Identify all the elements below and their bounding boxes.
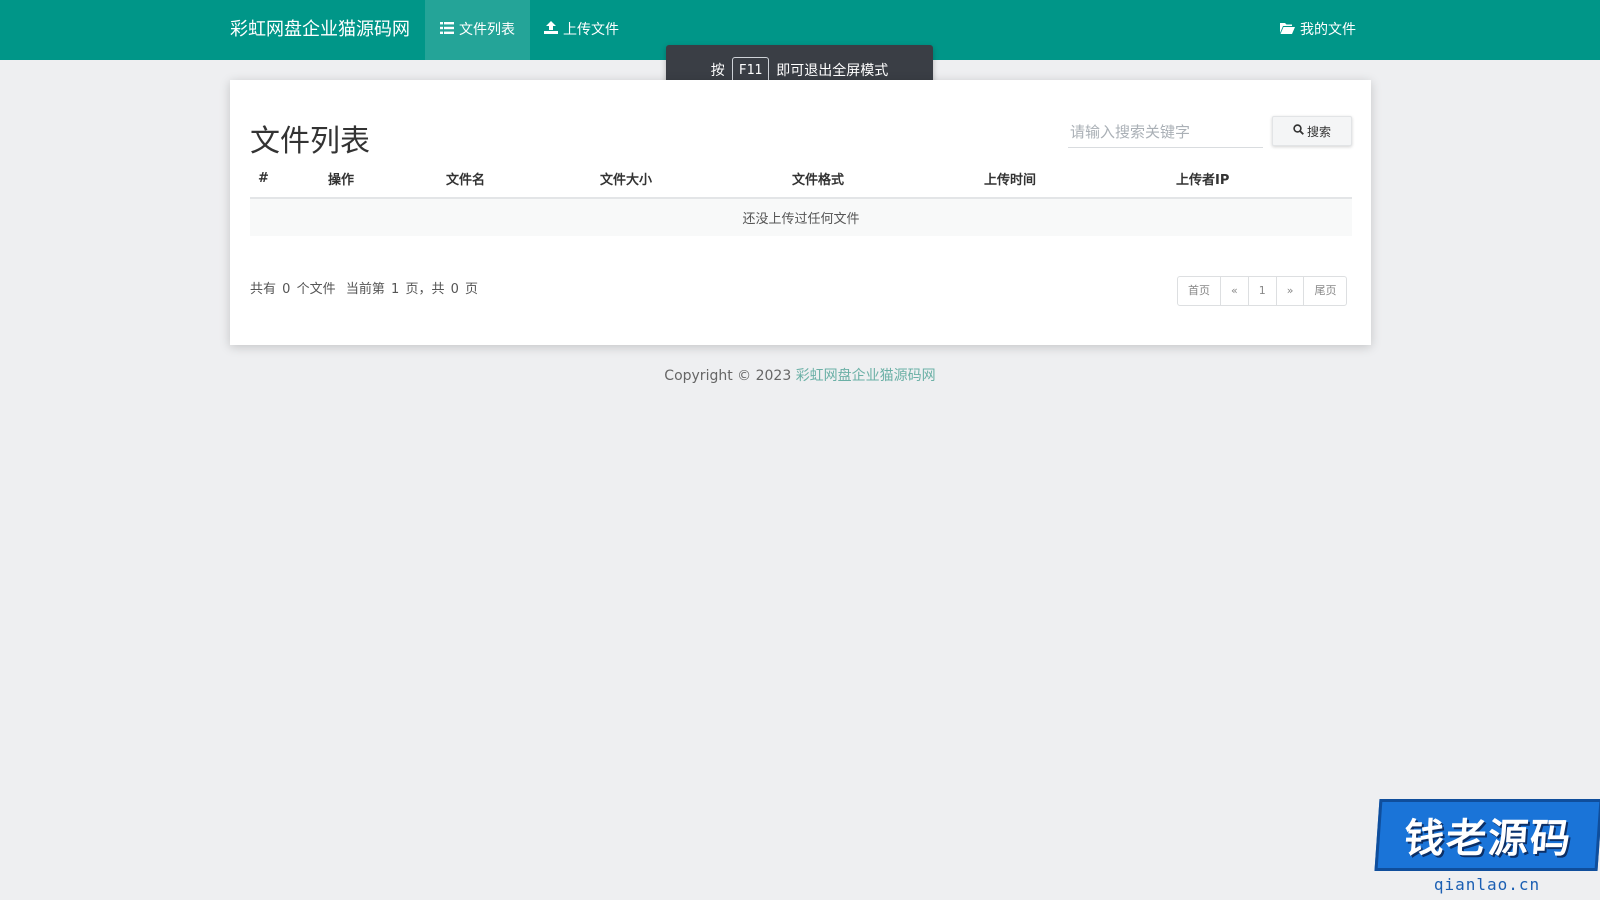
nav-file-list[interactable]: 文件列表 [425, 0, 530, 60]
column-header-upload-time: 上传时间 [976, 160, 1168, 199]
summary-pages: 0 [450, 282, 459, 297]
page-prev[interactable]: « [1220, 276, 1249, 306]
summary-pages-suffix: 页 [465, 282, 479, 297]
column-header-filesize: 文件大小 [592, 160, 784, 199]
file-summary: 共有 0 个文件 当前第 1 页，共 0 页 [250, 278, 480, 297]
brand-title[interactable]: 彩虹网盘企业猫源码网 [230, 0, 410, 60]
summary-total-count: 0 [282, 282, 291, 297]
summary-current-page: 1 [391, 282, 400, 297]
empty-message: 还没上传过任何文件 [250, 198, 1352, 236]
column-header-uploader-ip: 上传者IP [1168, 160, 1352, 199]
nav-upload-file[interactable]: 上传文件 [529, 0, 634, 60]
summary-current-prefix: 当前第 [345, 282, 385, 297]
file-table: # 操作 文件名 文件大小 文件格式 上传时间 上传者IP 还没上传过任何文件 [250, 160, 1352, 236]
page-title: 文件列表 [250, 124, 370, 159]
page-number[interactable]: 1 [1247, 276, 1277, 306]
upload-icon [544, 0, 558, 60]
footer-copyright: Copyright © 2023 [664, 368, 796, 384]
toast-suffix: 即可退出全屏模式 [776, 63, 889, 79]
list-icon [440, 0, 454, 60]
summary-total-suffix: 个文件 [296, 282, 336, 297]
search-button[interactable]: 搜索 [1272, 116, 1352, 146]
table-header-row: # 操作 文件名 文件大小 文件格式 上传时间 上传者IP [250, 160, 1352, 199]
nav-my-files[interactable]: 我的文件 [1265, 0, 1371, 60]
watermark-url: qianlao.cn [1433, 875, 1541, 894]
search-button-label: 搜索 [1306, 124, 1331, 139]
watermark-title: 钱老源码 [1374, 799, 1600, 871]
nav-my-files-label: 我的文件 [1300, 22, 1356, 38]
summary-current-suffix: 页，共 [405, 282, 445, 297]
column-header-filename: 文件名 [438, 160, 592, 199]
column-header-index: # [250, 160, 320, 199]
folder-open-icon [1280, 0, 1295, 60]
watermark-title-text: 钱老源码 [1402, 816, 1574, 862]
search-input[interactable] [1068, 116, 1263, 148]
pagination: 首页 « 1 » 尾页 [1177, 276, 1348, 306]
summary-total-prefix: 共有 [250, 282, 277, 297]
watermark-logo: 钱老源码 qianlao.cn [1374, 793, 1600, 900]
page-first[interactable]: 首页 [1177, 276, 1221, 306]
footer-link[interactable]: 彩虹网盘企业猫源码网 [796, 368, 936, 384]
page-next[interactable]: » [1275, 276, 1305, 306]
file-list-panel: 文件列表 搜索 # 操作 文件名 文件大小 文件格式 上传时间 上传者IP 还没… [230, 80, 1371, 345]
column-header-action: 操作 [320, 160, 438, 199]
nav-file-list-label: 文件列表 [459, 22, 515, 38]
table-row: 还没上传过任何文件 [250, 198, 1352, 236]
nav-upload-file-label: 上传文件 [563, 22, 619, 38]
page-last[interactable]: 尾页 [1303, 276, 1348, 306]
search-icon [1293, 124, 1304, 138]
column-header-format: 文件格式 [784, 160, 976, 199]
toast-prefix: 按 [710, 63, 725, 79]
footer: Copyright © 2023 彩虹网盘企业猫源码网 [0, 365, 1600, 385]
